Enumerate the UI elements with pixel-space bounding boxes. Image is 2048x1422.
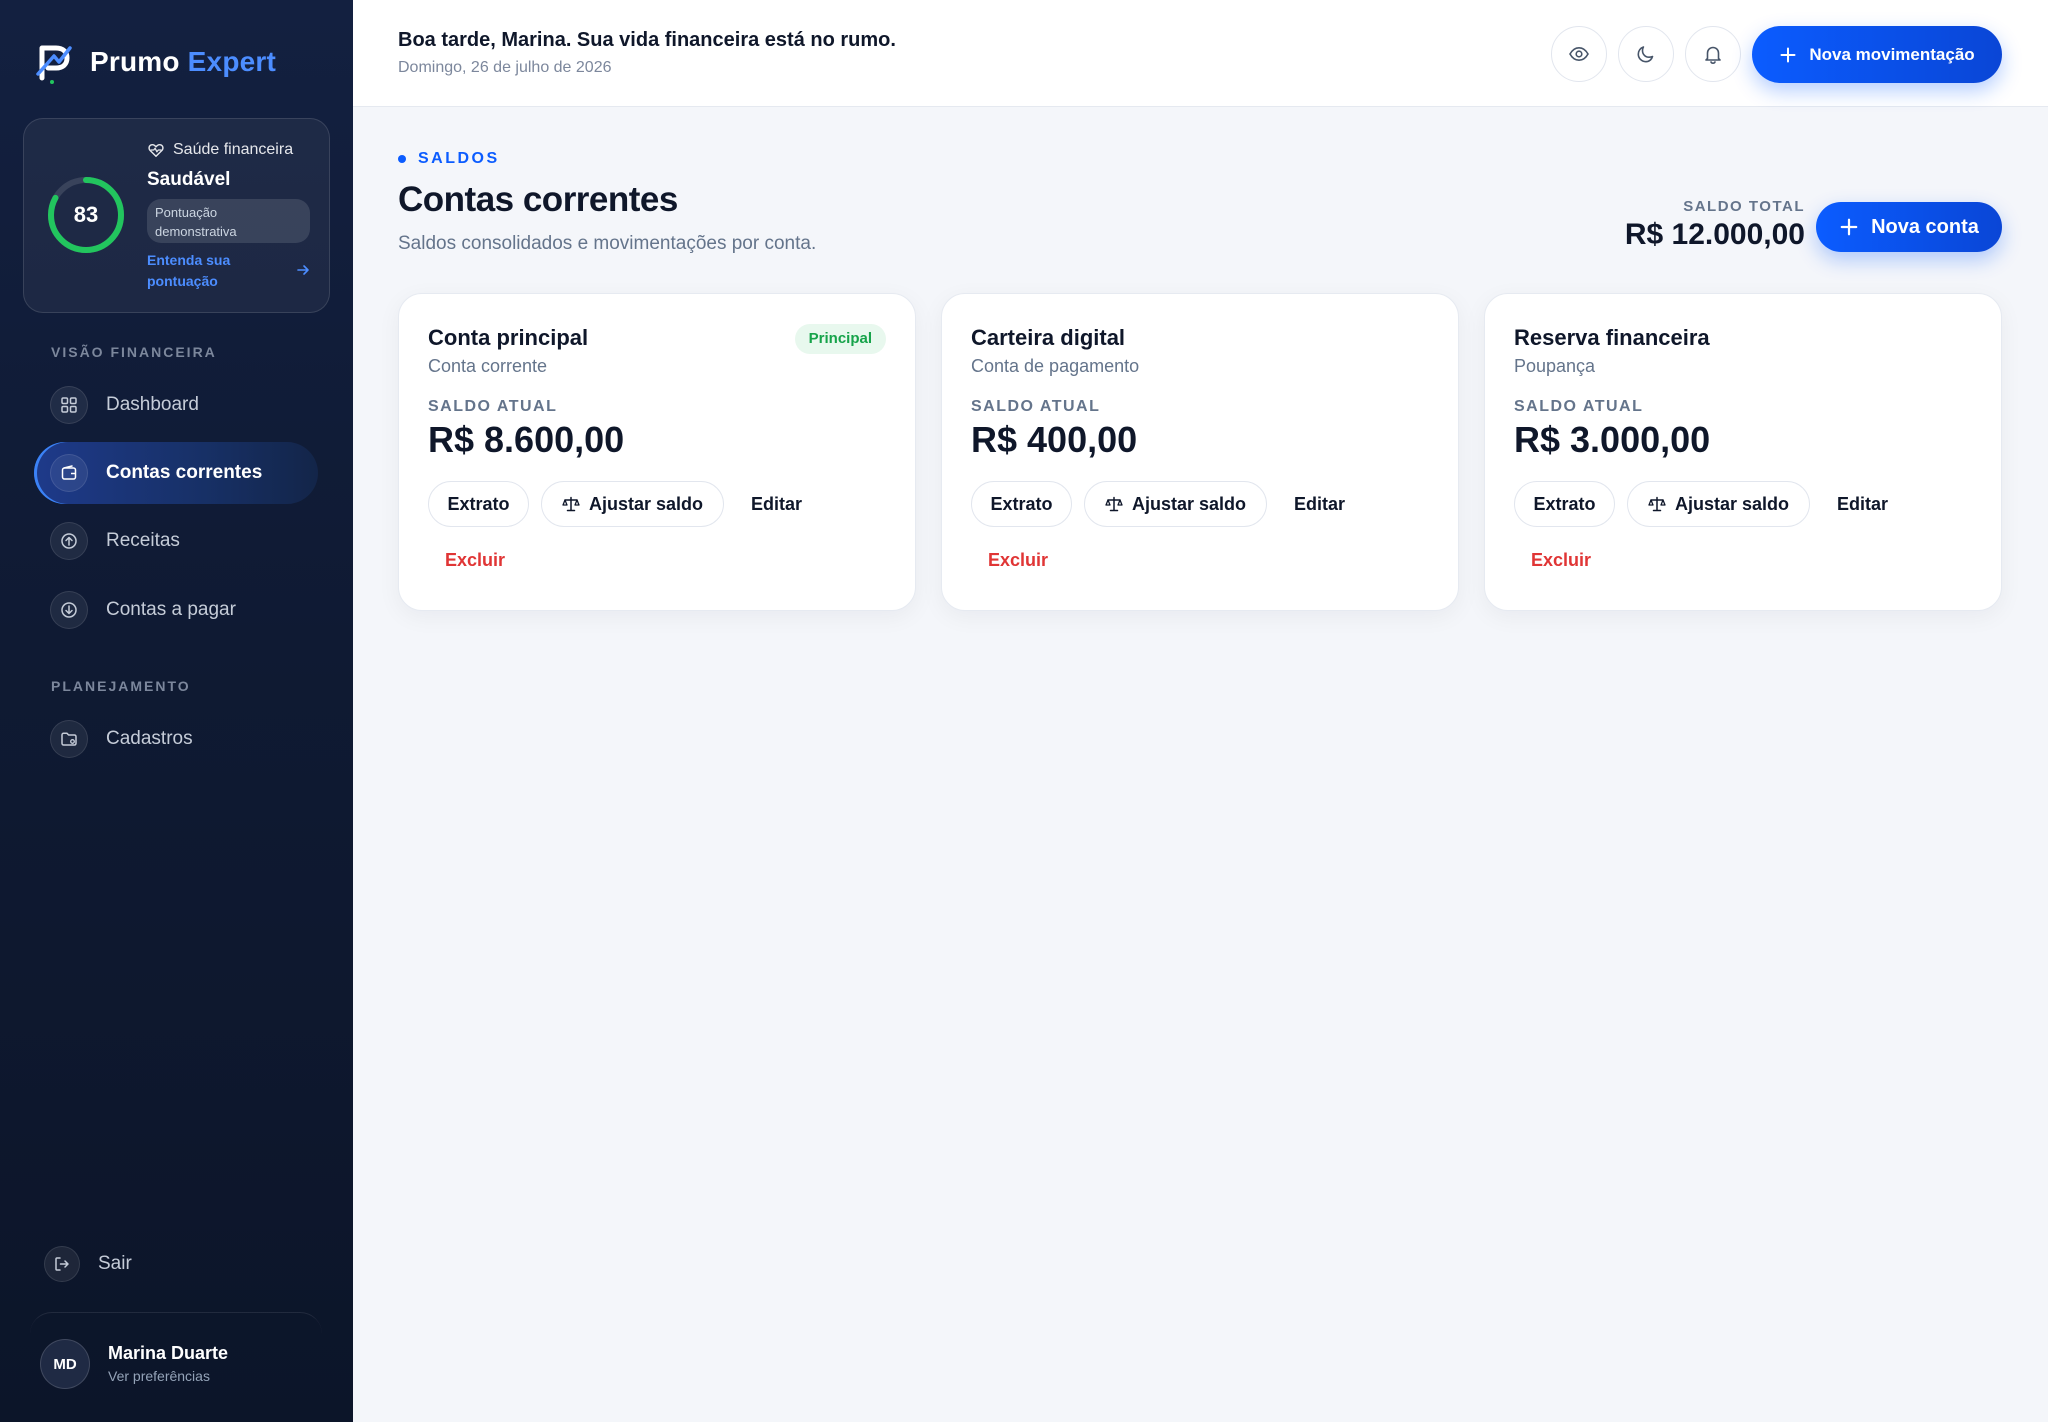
financial-health-card: 83 Saúde financeira Saudável Pontuação d… (23, 118, 330, 313)
logout-button[interactable]: Sair (44, 1246, 132, 1282)
edit-button[interactable]: Editar (1837, 481, 1888, 527)
sidebar-item-receitas[interactable]: Receitas (34, 510, 318, 572)
brand-name-accent: Expert (187, 46, 277, 77)
edit-button[interactable]: Editar (1294, 481, 1345, 527)
delete-button[interactable]: Excluir (988, 537, 1048, 583)
account-type: Conta corrente (428, 356, 548, 376)
brand-name: Prumo Expert (90, 46, 276, 78)
logout-label: Sair (98, 1253, 132, 1274)
balance-label: SALDO ATUAL (1514, 398, 1644, 415)
notifications-button[interactable] (1685, 26, 1741, 82)
user-preferences-link[interactable]: Ver preferências (108, 1368, 210, 1384)
adjust-balance-label: Ajustar saldo (588, 493, 704, 514)
account-balance: R$ 400,00 (971, 419, 1138, 460)
statement-label: Extrato (447, 493, 510, 514)
edit-button[interactable]: Editar (751, 481, 802, 527)
plus-icon (1780, 47, 1796, 62)
logout-icon (44, 1246, 80, 1282)
statement-button[interactable]: Extrato (1514, 481, 1615, 527)
brand-name-main: Prumo (90, 46, 180, 77)
health-label: Saúde financeira (147, 141, 293, 159)
sidebar-item-label: Contas a pagar (106, 599, 236, 620)
arrow-right-icon[interactable] (296, 263, 310, 277)
section-eyebrow: SALDOS (398, 150, 500, 168)
health-status: Saudável (147, 169, 231, 190)
account-balance: R$ 8.600,00 (428, 419, 625, 460)
delete-button[interactable]: Excluir (445, 537, 505, 583)
user-profile[interactable]: MD Marina Duarte Ver preferências (30, 1312, 322, 1422)
new-transaction-label: Nova movimentação (1809, 44, 1975, 64)
eye-icon (1569, 46, 1589, 62)
sidebar-item-contas-correntes[interactable]: Contas correntes (34, 442, 318, 504)
sidebar-item-dashboard[interactable]: Dashboard (34, 374, 318, 436)
current-date: Domingo, 26 de julho de 2026 (398, 59, 612, 76)
heart-pulse-icon (148, 143, 164, 158)
new-account-label: Nova conta (1871, 215, 1979, 238)
arrow-down-circle-icon (50, 591, 88, 629)
account-type: Conta de pagamento (971, 356, 1140, 376)
health-learn-more-link[interactable]: Entenda sua pontuação (147, 250, 267, 292)
balance-label: SALDO ATUAL (428, 398, 558, 415)
adjust-balance-button[interactable]: Ajustar saldo (1084, 481, 1267, 527)
arrow-up-circle-icon (50, 522, 88, 560)
primary-badge: Principal (794, 324, 886, 354)
balance-label: SALDO ATUAL (971, 398, 1101, 415)
section-label-planning: PLANEJAMENTO (51, 678, 191, 694)
eyebrow-label: SALDOS (418, 150, 500, 167)
user-name: Marina Duarte (108, 1343, 229, 1363)
sidebar-item-contas-a-pagar[interactable]: Contas a pagar (34, 579, 318, 641)
prumo-logo-icon (36, 45, 72, 84)
new-account-button[interactable]: Nova conta (1816, 202, 2002, 252)
eyebrow-dot (398, 155, 406, 163)
adjust-balance-label: Ajustar saldo (1131, 493, 1247, 514)
sidebar-item-cadastros[interactable]: Cadastros (34, 708, 318, 770)
delete-button[interactable]: Excluir (1531, 537, 1591, 583)
account-name: Conta principal (428, 325, 589, 350)
account-card: Reserva financeira Poupança SALDO ATUAL … (1484, 293, 2002, 611)
scale-icon (1648, 496, 1666, 512)
account-name: Reserva financeira (1514, 325, 1710, 350)
sidebar-item-label: Contas correntes (106, 462, 263, 483)
new-transaction-button[interactable]: Nova movimentação (1752, 26, 2002, 83)
health-label-text: Saúde financeira (173, 141, 294, 158)
account-card: Conta principal Conta corrente Principal… (398, 293, 916, 611)
page-title: Contas correntes (398, 180, 678, 219)
scale-icon (1105, 496, 1123, 512)
wallet-icon (50, 454, 88, 492)
grid-icon (50, 386, 88, 424)
sidebar-item-label: Dashboard (106, 394, 199, 415)
statement-button[interactable]: Extrato (428, 481, 529, 527)
avatar: MD (40, 1339, 90, 1389)
sidebar-item-label: Cadastros (106, 728, 193, 749)
adjust-balance-button[interactable]: Ajustar saldo (1627, 481, 1810, 527)
sidebar-item-label: Receitas (106, 530, 180, 551)
total-balance-value: R$ 12.000,00 (1624, 218, 1805, 251)
account-card: Carteira digital Conta de pagamento SALD… (941, 293, 1459, 611)
moon-icon (1637, 46, 1654, 63)
top-header: Boa tarde, Marina. Sua vida financeira e… (353, 0, 2048, 107)
folder-settings-icon (50, 720, 88, 758)
bell-icon (1705, 46, 1721, 65)
plus-icon (1840, 218, 1858, 236)
total-balance-label: SALDO TOTAL (1683, 198, 1805, 215)
account-balance: R$ 3.000,00 (1514, 419, 1711, 460)
account-type: Poupança (1514, 356, 1596, 376)
greeting: Boa tarde, Marina. Sua vida financeira e… (398, 29, 896, 51)
brand[interactable]: Prumo Expert (32, 40, 276, 84)
scale-icon (562, 496, 580, 512)
statement-button[interactable]: Extrato (971, 481, 1072, 527)
adjust-balance-button[interactable]: Ajustar saldo (541, 481, 724, 527)
statement-label: Extrato (1533, 493, 1596, 514)
adjust-balance-label: Ajustar saldo (1674, 493, 1790, 514)
health-score-ring: 83 (46, 175, 126, 255)
health-score-value: 83 (73, 202, 99, 227)
page-subtitle: Saldos consolidados e movimentações por … (398, 233, 817, 254)
theme-toggle-button[interactable] (1618, 26, 1674, 82)
statement-label: Extrato (990, 493, 1053, 514)
account-name: Carteira digital (971, 325, 1126, 350)
health-demo-badge: Pontuação demonstrativa (147, 199, 310, 243)
section-label-financial: VISÃO FINANCEIRA (51, 344, 217, 360)
toggle-visibility-button[interactable] (1551, 26, 1607, 82)
sidebar: Prumo Expert 83 Saúde financeira Saudáve… (0, 0, 353, 1422)
